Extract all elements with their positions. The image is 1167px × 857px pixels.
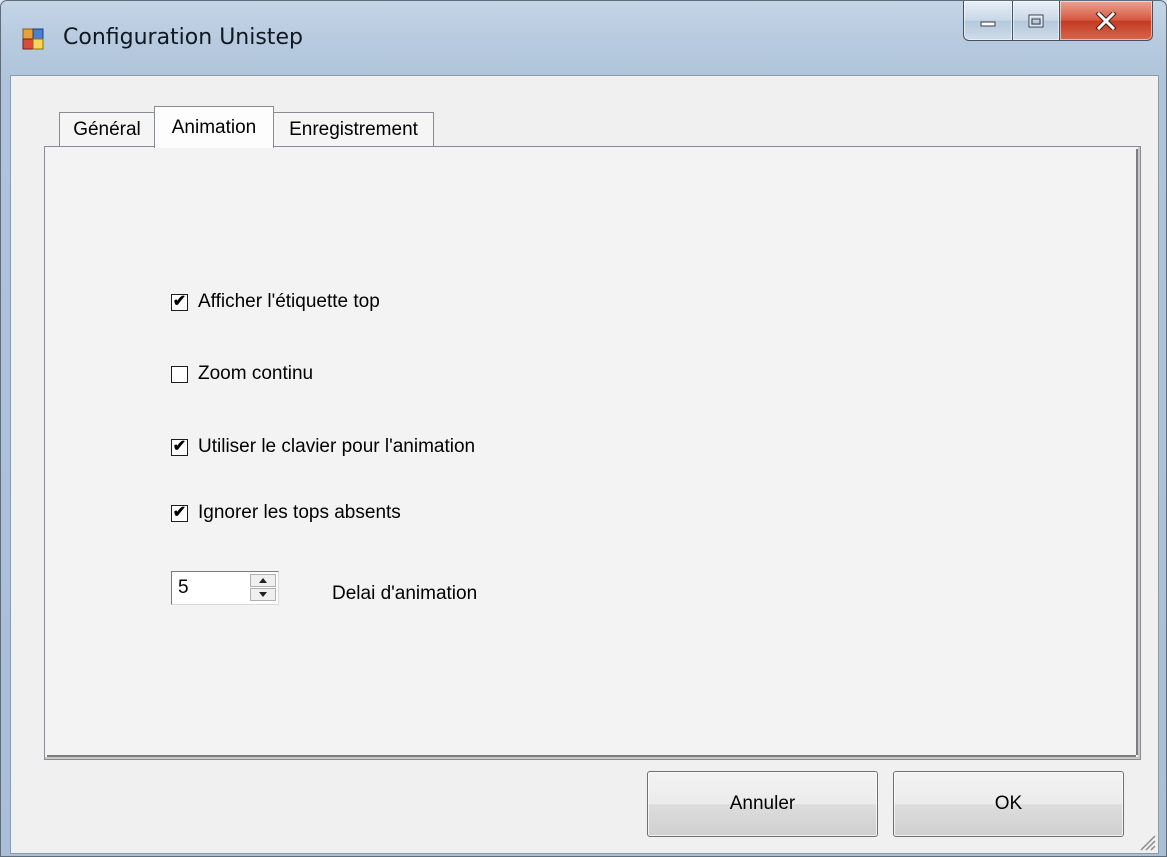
option-ignorer-tops[interactable]: ✔ Ignorer les tops absents xyxy=(171,502,401,524)
checkbox-label: Zoom continu xyxy=(198,363,314,384)
maximize-icon xyxy=(1028,14,1044,27)
checkbox-label: Ignorer les tops absents xyxy=(198,502,401,523)
app-icon xyxy=(22,28,44,50)
minimize-button[interactable] xyxy=(963,1,1013,41)
title-bar[interactable]: Configuration Unistep xyxy=(1,1,1166,75)
maximize-button[interactable] xyxy=(1013,1,1060,41)
checkbox-afficher-etiquette[interactable]: ✔ xyxy=(171,293,188,311)
tab-general[interactable]: Général xyxy=(59,112,155,146)
checkbox-label: Utiliser le clavier pour l'animation xyxy=(198,436,476,457)
window-frame: Configuration Unistep Général Animation … xyxy=(0,0,1167,857)
tab-enregistrement[interactable]: Enregistrement xyxy=(273,112,434,146)
arrow-down-icon xyxy=(259,592,267,597)
close-icon xyxy=(1095,11,1117,30)
cancel-button[interactable]: Annuler xyxy=(647,771,878,837)
dialog-client-area: Général Animation Enregistrement ✔ Affic… xyxy=(10,75,1159,854)
close-button[interactable] xyxy=(1060,1,1153,41)
window-title: Configuration Unistep xyxy=(63,25,303,50)
delay-label: Delai d'animation xyxy=(332,583,478,604)
option-afficher-etiquette[interactable]: ✔ Afficher l'étiquette top xyxy=(171,291,380,313)
tab-animation[interactable]: Animation xyxy=(154,106,274,148)
spinner-buttons xyxy=(250,574,276,602)
ok-button[interactable]: OK xyxy=(893,771,1124,837)
delay-spinner[interactable]: 5 xyxy=(171,571,279,605)
spinner-down-button[interactable] xyxy=(250,588,276,601)
caption-buttons xyxy=(963,1,1153,42)
panel-edge-bottom xyxy=(47,755,1136,757)
option-zoom-continu[interactable]: Zoom continu xyxy=(171,363,313,385)
delay-value[interactable]: 5 xyxy=(178,577,189,599)
panel-edge-right xyxy=(1136,149,1138,755)
option-utiliser-clavier[interactable]: ✔ Utiliser le clavier pour l'animation xyxy=(171,436,475,458)
resize-grip-icon[interactable] xyxy=(1136,831,1156,851)
checkbox-zoom-continu[interactable] xyxy=(171,365,188,383)
spinner-up-button[interactable] xyxy=(250,574,276,587)
tab-panel-animation: ✔ Afficher l'étiquette top Zoom continu … xyxy=(44,146,1141,760)
minimize-icon xyxy=(980,21,996,26)
checkbox-ignorer-tops[interactable]: ✔ xyxy=(171,504,188,522)
arrow-up-icon xyxy=(259,578,267,583)
checkbox-utiliser-clavier[interactable]: ✔ xyxy=(171,438,188,456)
checkbox-label: Afficher l'étiquette top xyxy=(198,291,380,312)
